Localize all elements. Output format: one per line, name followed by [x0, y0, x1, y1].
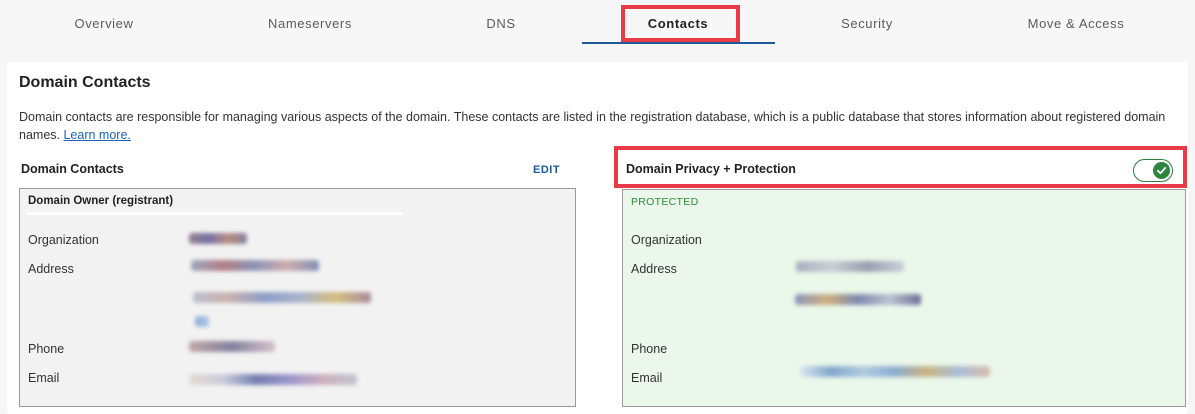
privacy-email-label: Email	[631, 371, 663, 385]
domain-contacts-heading: Domain Contacts	[21, 162, 124, 176]
redacted-address-line-3	[195, 316, 209, 327]
redacted-organization	[189, 233, 247, 244]
privacy-highlight-box	[614, 146, 1187, 188]
domain-owner-title: Domain Owner (registrant)	[28, 195, 174, 207]
tab-highlight-box	[621, 5, 740, 42]
protected-status: PROTECTED	[631, 196, 699, 208]
section-title: Domain Contacts	[19, 74, 151, 91]
redacted-address-line-2	[193, 292, 371, 303]
edit-contacts-button[interactable]: EDIT	[533, 164, 560, 176]
tab-security[interactable]: Security	[797, 0, 937, 46]
redacted-phone	[189, 341, 275, 352]
owner-address-label: Address	[28, 262, 74, 276]
privacy-phone-label: Phone	[631, 342, 668, 356]
learn-more-link[interactable]: Learn more.	[63, 128, 130, 142]
tab-move-access[interactable]: Move & Access	[1006, 0, 1146, 46]
description-text: Domain contacts are responsible for mana…	[19, 110, 1166, 142]
active-tab-underline	[582, 42, 775, 44]
owner-phone-label: Phone	[28, 342, 65, 356]
redacted-email	[189, 374, 357, 385]
owner-email-label: Email	[28, 371, 60, 385]
tab-bar: Overview Nameservers DNS Contacts Securi…	[0, 0, 1195, 46]
redacted-privacy-address-line-1	[796, 261, 904, 272]
owner-title-divider	[26, 212, 402, 215]
privacy-organization-label: Organization	[631, 233, 702, 247]
section-description: Domain contacts are responsible for mana…	[19, 108, 1169, 144]
tab-dns[interactable]: DNS	[431, 0, 571, 46]
redacted-address-line-1	[191, 260, 319, 271]
owner-organization-label: Organization	[28, 233, 99, 247]
tab-nameservers[interactable]: Nameservers	[240, 0, 380, 46]
redacted-privacy-email	[800, 366, 990, 377]
privacy-address-label: Address	[631, 262, 677, 276]
redacted-privacy-address-line-2	[795, 294, 921, 305]
tab-overview[interactable]: Overview	[34, 0, 174, 46]
